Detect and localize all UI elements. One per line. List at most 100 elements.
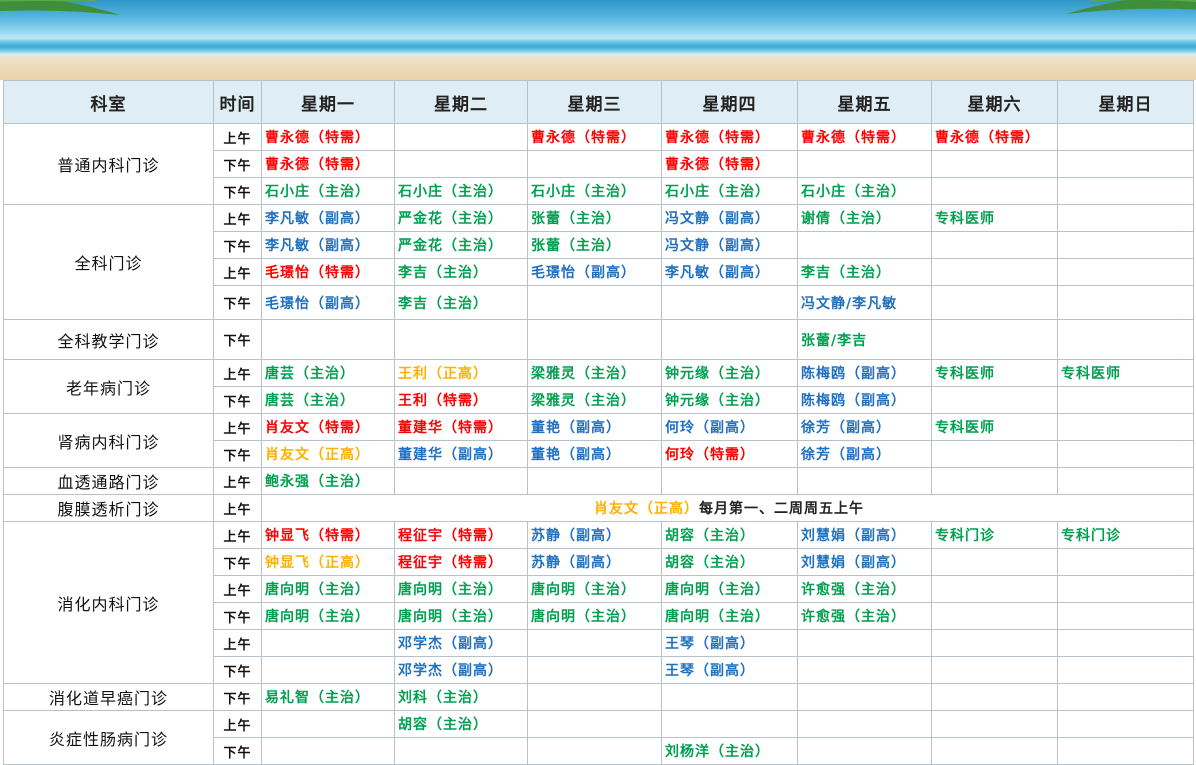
schedule-cell: 冯文静/李凡敏 [797,285,932,320]
time-cell: 上午 [213,413,262,441]
schedule-cell [394,737,528,765]
schedule-cell [1057,204,1194,232]
schedule-cell: 钟显飞（正高） [261,548,395,576]
schedule-cell [261,656,395,684]
schedule-cell: 唐芸（主治） [261,359,395,387]
department-cell: 普通内科门诊 [3,123,214,205]
schedule-cell: 专科医师 [931,413,1058,441]
doctor-name: 唐芸（主治） [265,366,355,382]
schedule-cell [931,683,1058,711]
schedule-cell: 唐向明（主治） [394,602,528,630]
doctor-name: 毛璟怡（副高） [531,265,636,281]
schedule-cell [661,467,798,495]
schedule-cell: 石小庄（主治） [661,177,798,205]
schedule-cell: 李凡敏（副高） [261,204,395,232]
schedule-cell: 肖友文（正高） [261,440,395,468]
department-cell: 消化道早癌门诊 [3,683,214,711]
schedule-cell [1057,467,1194,495]
department-cell: 腹膜透析门诊 [3,494,214,522]
schedule-cell [261,629,395,657]
schedule-cell: 程征宇（特需） [394,548,528,576]
doctor-name: 谢倩（主治） [801,211,891,227]
schedule-cell: 苏静（副高） [527,521,662,549]
schedule-cell: 刘杨洋（主治） [661,737,798,765]
time-cell: 下午 [213,656,262,684]
schedule-cell: 唐向明（主治） [661,575,798,603]
doctor-name: 专科门诊 [1061,528,1121,544]
time-cell: 下午 [213,440,262,468]
schedule-cell: 唐芸（主治） [261,386,395,414]
time-cell: 上午 [213,494,262,522]
schedule-cell: 唐向明（主治） [394,575,528,603]
schedule-cell: 李吉（主治） [394,258,528,286]
merged-schedule-cell: 肖友文（正高）每月第一、二周周五上午 [261,494,1194,522]
schedule-cell [394,123,528,151]
schedule-cell [1057,602,1194,630]
schedule-cell [261,710,395,738]
schedule-cell [797,150,932,178]
doctor-name: 许愈强（主治） [801,582,906,598]
schedule-cell [1057,656,1194,684]
doctor-name: 专科医师 [935,366,995,382]
schedule-cell: 徐芳（副高） [797,413,932,441]
schedule-cell [931,629,1058,657]
schedule-cell: 石小庄（主治） [261,177,395,205]
column-header: 时间 [213,80,262,124]
doctor-name: 曹永德（特需） [665,157,770,173]
doctor-name: 何玲（特需） [665,447,755,463]
doctor-name: 张蕾（主治） [531,211,621,227]
time-cell: 上午 [213,258,262,286]
schedule-cell: 专科医师 [931,359,1058,387]
schedule-cell [527,656,662,684]
table-row: 腹膜透析门诊 上午 肖友文（正高）每月第一、二周周五上午 [3,494,1194,522]
table-row: 消化道早癌门诊 下午 易礼智（主治） 刘科（主治） [3,683,1194,711]
schedule-cell: 邓学杰（副高） [394,656,528,684]
schedule-cell [1057,150,1194,178]
schedule-cell [394,150,528,178]
doctor-name: 唐向明（主治） [265,609,370,625]
table-row: 全科教学门诊 下午 张蕾/李吉 [3,319,1194,360]
schedule-cell [1057,258,1194,286]
time-cell: 下午 [213,231,262,259]
doctor-name: 曹永德（特需） [265,157,370,173]
schedule-cell [931,656,1058,684]
doctor-name: 李吉（主治） [801,265,891,281]
doctor-name: 钟元缘（主治） [665,393,770,409]
doctor-name: 易礼智（主治） [265,690,370,706]
header-row: 科室 时间 星期一 星期二 星期三 星期四 星期五 星期六 星期日 [3,80,1194,124]
schedule-cell: 唐向明（主治） [261,602,395,630]
schedule-cell: 毛璟怡（副高） [261,285,395,320]
schedule-cell: 冯文静（副高） [661,204,798,232]
schedule-cell: 钟显飞（特需） [261,521,395,549]
schedule-cell: 李吉（主治） [797,258,932,286]
doctor-name: 专科医师 [935,420,995,436]
table-row: 肾病内科门诊 上午 肖友文（特需） 董建华（特需） 董艳（副高） 何玲（副高） 徐芳（副高）… [3,413,1194,468]
schedule-cell: 肖友文（特需） [261,413,395,441]
doctor-name: 王利（特需） [398,393,488,409]
schedule-cell [931,548,1058,576]
time-cell: 下午 [213,386,262,414]
schedule-cell: 王琴（副高） [661,656,798,684]
schedule-note: 每月第一、二周周五上午 [699,501,864,517]
schedule-cell: 唐向明（主治） [527,575,662,603]
schedule-cell [797,656,932,684]
schedule-cell: 曹永德（特需） [661,123,798,151]
column-header: 星期一 [261,80,395,124]
column-header: 科室 [3,80,214,124]
doctor-name: 胡容（主治） [665,528,755,544]
schedule-cell: 曹永德（特需） [661,150,798,178]
doctor-name: 程征宇（特需） [398,555,503,571]
schedule-cell [1057,710,1194,738]
time-cell: 下午 [213,683,262,711]
schedule-cell [1057,548,1194,576]
schedule-cell [1057,683,1194,711]
department-cell: 炎症性肠病门诊 [3,710,214,765]
doctor-name: 梁雅灵（主治） [531,393,636,409]
schedule-cell: 王利（正高） [394,359,528,387]
schedule-cell: 刘科（主治） [394,683,528,711]
schedule-cell: 董建华（特需） [394,413,528,441]
doctor-name: 石小庄（主治） [265,184,370,200]
department-cell: 全科教学门诊 [3,319,214,360]
schedule-cell: 李凡敏（副高） [261,231,395,259]
schedule-cell: 易礼智（主治） [261,683,395,711]
